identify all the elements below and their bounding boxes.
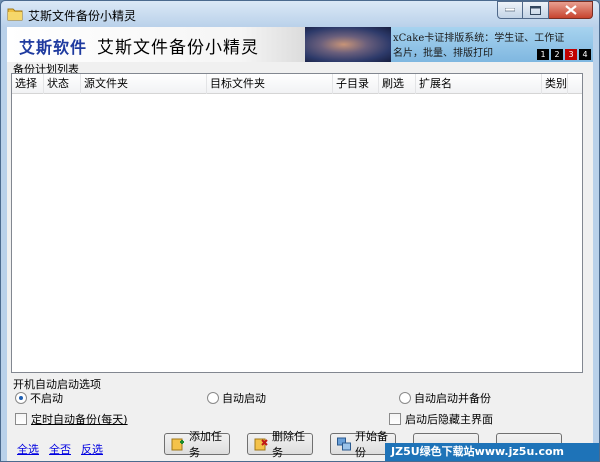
ad-panel[interactable]: xCake卡证排版系统：学生证、工作证 名片，批量、排版打印 1 2 3 4 bbox=[391, 27, 593, 62]
ad-pager: 1 2 3 4 bbox=[537, 49, 591, 60]
delete-task-button[interactable]: 删除任务 bbox=[247, 430, 313, 459]
button-label: 添加任务 bbox=[189, 430, 222, 459]
ad-line-2: 名片，批量、排版打印 bbox=[393, 48, 493, 59]
select-all-link[interactable]: 全选 bbox=[17, 441, 39, 457]
checkbox bbox=[15, 413, 27, 425]
select-none-link[interactable]: 全否 bbox=[49, 441, 71, 457]
button-label: 删除任务 bbox=[272, 430, 305, 459]
ad-page-1[interactable]: 1 bbox=[537, 49, 549, 60]
column-target-folder[interactable]: 目标文件夹 bbox=[207, 74, 333, 94]
radio-button bbox=[207, 392, 219, 404]
checkbox-row: 定时自动备份(每天) 启动后隐藏主界面 bbox=[11, 410, 587, 426]
radio-auto-start-backup[interactable]: 自动启动并备份 bbox=[399, 390, 491, 406]
column-source-folder[interactable]: 源文件夹 bbox=[81, 74, 207, 94]
radio-no-start[interactable]: 不启动 bbox=[15, 390, 63, 406]
maximize-icon bbox=[530, 5, 541, 15]
close-button[interactable] bbox=[549, 1, 593, 19]
checkbox-label: 启动后隐藏主界面 bbox=[405, 413, 493, 426]
backup-plan-list[interactable]: 选择 状态 源文件夹 目标文件夹 子目录 刷选 扩展名 类别 bbox=[11, 73, 583, 373]
add-task-icon bbox=[171, 437, 185, 451]
column-extension[interactable]: 扩展名 bbox=[416, 74, 542, 94]
ad-page-2[interactable]: 2 bbox=[551, 49, 563, 60]
banner: 艾斯软件 艾斯文件备份小精灵 xCake卡证排版系统：学生证、工作证 名片，批量… bbox=[7, 27, 593, 62]
banner-app-name: 艾斯文件备份小精灵 bbox=[97, 38, 259, 58]
ad-page-3[interactable]: 3 bbox=[565, 49, 577, 60]
watermark: JZ5U绿色下载站www.jz5u.com bbox=[385, 443, 599, 461]
button-label: 开始备份 bbox=[355, 430, 388, 459]
app-icon bbox=[7, 6, 23, 21]
ad-page-4[interactable]: 4 bbox=[579, 49, 591, 60]
checkbox-hide-main[interactable]: 启动后隐藏主界面 bbox=[389, 411, 493, 427]
title-bar[interactable]: 艾斯文件备份小精灵 bbox=[1, 1, 599, 27]
window-title: 艾斯文件备份小精灵 bbox=[28, 9, 137, 23]
column-filter[interactable]: 刷选 bbox=[379, 74, 416, 94]
minimize-button[interactable] bbox=[497, 1, 523, 19]
invert-selection-link[interactable]: 反选 bbox=[81, 441, 103, 457]
client-area: 艾斯软件 艾斯文件备份小精灵 xCake卡证排版系统：学生证、工作证 名片，批量… bbox=[7, 27, 593, 461]
banner-photo bbox=[305, 27, 391, 62]
selection-links: 全选 全否 反选 bbox=[17, 441, 103, 457]
checkbox-daily-backup[interactable]: 定时自动备份(每天) bbox=[15, 411, 128, 427]
close-icon bbox=[564, 5, 577, 15]
radio-auto-start[interactable]: 自动启动 bbox=[207, 390, 266, 406]
radio-label: 自动启动并备份 bbox=[414, 392, 491, 405]
brand-logo: 艾斯软件 bbox=[19, 38, 88, 57]
backup-icon bbox=[337, 437, 351, 451]
delete-task-icon bbox=[254, 437, 268, 451]
column-subdir[interactable]: 子目录 bbox=[333, 74, 379, 94]
ad-line-1: xCake卡证排版系统：学生证、工作证 bbox=[393, 33, 565, 44]
radio-label: 不启动 bbox=[30, 392, 63, 405]
maximize-button[interactable] bbox=[523, 1, 549, 19]
checkbox-label: 定时自动备份(每天) bbox=[31, 413, 128, 426]
app-window: 艾斯文件备份小精灵 艾斯软件 艾斯文件备份小精灵 xCake卡证排版系统：学生证… bbox=[0, 0, 600, 462]
minimize-icon bbox=[505, 8, 515, 12]
column-status[interactable]: 状态 bbox=[44, 74, 81, 94]
checkbox bbox=[389, 413, 401, 425]
add-task-button[interactable]: 添加任务 bbox=[164, 430, 230, 459]
radio-button bbox=[399, 392, 411, 404]
radio-button bbox=[15, 392, 27, 404]
radio-label: 自动启动 bbox=[222, 392, 266, 405]
startup-options: 不启动 自动启动 自动启动并备份 bbox=[13, 388, 589, 406]
column-select[interactable]: 选择 bbox=[12, 74, 44, 94]
list-header: 选择 状态 源文件夹 目标文件夹 子目录 刷选 扩展名 类别 bbox=[12, 74, 582, 94]
column-category[interactable]: 类别 bbox=[542, 74, 568, 94]
